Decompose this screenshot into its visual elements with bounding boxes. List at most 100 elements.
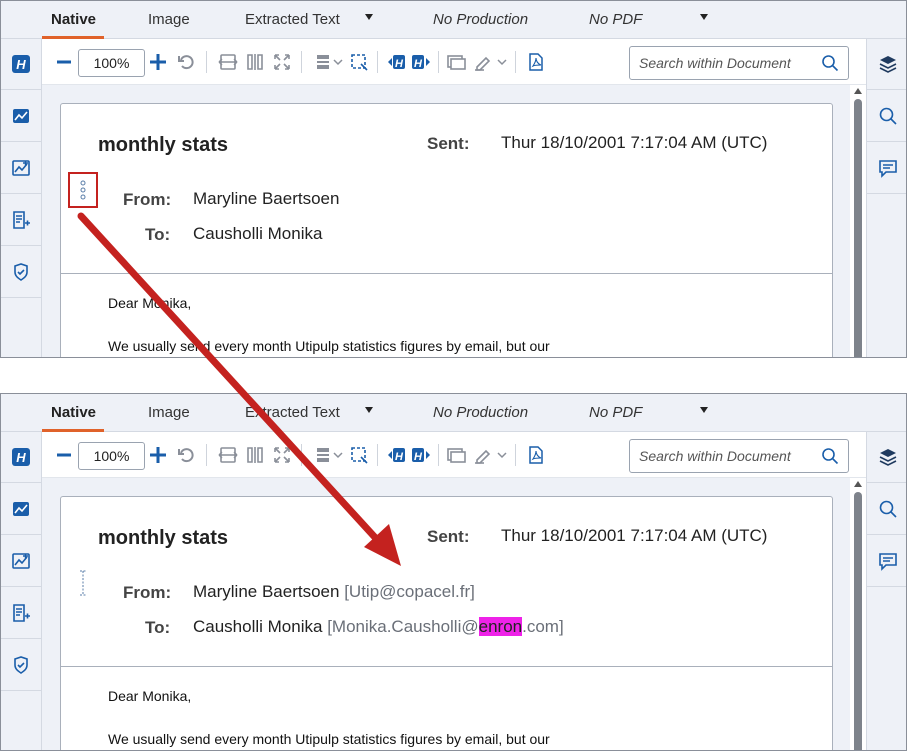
to-label: To: <box>145 225 171 244</box>
tab-no-production[interactable]: No Production <box>433 11 528 28</box>
tab-no-production[interactable]: No Production <box>433 404 528 421</box>
fit-page-icon[interactable] <box>244 444 266 466</box>
highlighter-icon[interactable] <box>473 444 495 466</box>
document-search-input[interactable]: Search within Document <box>629 439 849 473</box>
comparison-canvas: Native Image Extracted Text No Productio… <box>0 0 907 751</box>
document-page: monthly stats Sent: Thur 18/10/2001 7:17… <box>60 496 833 750</box>
expand-metadata-toggle[interactable] <box>68 172 98 208</box>
comment-icon[interactable] <box>867 143 906 194</box>
search-placeholder: Search within Document <box>639 55 791 71</box>
zoom-out-icon[interactable] <box>53 51 75 73</box>
from-value: Maryline Baertsoen <box>193 189 339 209</box>
stamp-icon[interactable] <box>445 51 467 73</box>
redaction-icon[interactable] <box>312 444 334 466</box>
email-subject: monthly stats <box>98 527 229 549</box>
zoom-in-icon[interactable] <box>147 51 169 73</box>
zoom-level-field[interactable]: 100% <box>78 442 145 470</box>
left-sidebar: H <box>1 432 42 750</box>
header-divider <box>61 666 832 667</box>
left-sidebar: H <box>1 39 42 357</box>
viewer-panel-before: Native Image Extracted Text No Productio… <box>0 0 907 358</box>
rotate-icon[interactable] <box>175 444 197 466</box>
from-value: Maryline Baertsoen [Utip@copacel.fr] <box>193 582 475 602</box>
image-viewer-icon[interactable] <box>1 91 41 142</box>
expand-icon[interactable] <box>271 51 293 73</box>
tab-extracted-text[interactable]: Extracted Text <box>245 11 340 28</box>
zoom-level-field[interactable]: 100% <box>78 49 145 77</box>
tab-extracted-text[interactable]: Extracted Text <box>245 404 340 421</box>
tab-image[interactable]: Image <box>148 404 190 421</box>
redaction-icon[interactable] <box>312 51 334 73</box>
to-value: Causholli Monika <box>193 224 322 244</box>
to-name: Causholli Monika <box>193 224 323 243</box>
scroll-thumb[interactable] <box>854 99 862 357</box>
zoom-out-icon[interactable] <box>53 444 75 466</box>
chevron-down-icon[interactable] <box>332 444 344 466</box>
scroll-thumb[interactable] <box>854 492 862 750</box>
search-icon[interactable] <box>821 447 839 465</box>
previous-hit-icon[interactable]: H <box>386 51 408 73</box>
svg-text:H: H <box>16 57 26 72</box>
next-hit-icon[interactable]: H <box>410 51 432 73</box>
scroll-up-icon[interactable] <box>854 481 862 487</box>
coding-layout-icon[interactable] <box>1 588 41 639</box>
stamp-icon[interactable] <box>445 444 467 466</box>
next-hit-icon[interactable]: H <box>410 444 432 466</box>
document-search-input[interactable]: Search within Document <box>629 46 849 80</box>
layers-icon[interactable] <box>867 432 906 483</box>
zoom-in-icon[interactable] <box>147 444 169 466</box>
no-pdf-dropdown-icon[interactable] <box>700 407 708 413</box>
toolbar-divider <box>206 444 207 466</box>
pdf-icon[interactable] <box>525 444 547 466</box>
tab-image[interactable]: Image <box>148 11 190 28</box>
to-label: To: <box>145 618 171 637</box>
fit-width-icon[interactable] <box>217 444 239 466</box>
from-name: Maryline Baertsoen <box>193 582 340 601</box>
search-icon[interactable] <box>867 484 906 535</box>
secure-shield-icon[interactable] <box>1 247 41 298</box>
tab-no-pdf[interactable]: No PDF <box>589 404 642 421</box>
image-viewer-icon[interactable] <box>1 484 41 535</box>
fit-page-icon[interactable] <box>244 51 266 73</box>
scroll-up-icon[interactable] <box>854 88 862 94</box>
toolbar-divider <box>206 51 207 73</box>
sent-value: Thur 18/10/2001 7:17:04 AM (UTC) <box>501 526 768 545</box>
expand-icon[interactable] <box>271 444 293 466</box>
comment-icon[interactable] <box>867 536 906 587</box>
right-sidebar <box>866 432 906 750</box>
highlighter-icon[interactable] <box>473 51 495 73</box>
chevron-down-icon[interactable] <box>496 51 508 73</box>
extracted-text-dropdown-icon[interactable] <box>365 14 373 20</box>
coding-layout-icon[interactable] <box>1 195 41 246</box>
select-area-icon[interactable] <box>348 444 370 466</box>
tab-no-pdf[interactable]: No PDF <box>589 11 642 28</box>
fit-width-icon[interactable] <box>217 51 239 73</box>
right-sidebar <box>866 39 906 357</box>
search-icon[interactable] <box>821 54 839 72</box>
collapse-metadata-toggle[interactable] <box>68 565 98 601</box>
image-edit-icon[interactable] <box>1 536 41 587</box>
tab-native[interactable]: Native <box>51 11 96 28</box>
layers-icon[interactable] <box>867 39 906 90</box>
select-area-icon[interactable] <box>348 51 370 73</box>
chevron-down-icon[interactable] <box>496 444 508 466</box>
image-edit-icon[interactable] <box>1 143 41 194</box>
no-pdf-dropdown-icon[interactable] <box>700 14 708 20</box>
vertical-scrollbar[interactable] <box>850 85 866 357</box>
from-label: From: <box>123 583 172 602</box>
relativity-h-icon[interactable]: H <box>1 39 41 90</box>
pdf-icon[interactable] <box>525 51 547 73</box>
rotate-icon[interactable] <box>175 51 197 73</box>
search-icon[interactable] <box>867 91 906 142</box>
from-address: [Utip@copacel.fr] <box>344 582 475 601</box>
secure-shield-icon[interactable] <box>1 640 41 691</box>
search-hit-highlight: enron <box>478 617 523 636</box>
toolbar-divider <box>377 51 378 73</box>
tab-native[interactable]: Native <box>51 404 96 421</box>
relativity-h-icon[interactable]: H <box>1 432 41 483</box>
chevron-down-icon[interactable] <box>332 51 344 73</box>
vertical-scrollbar[interactable] <box>850 478 866 750</box>
extracted-text-dropdown-icon[interactable] <box>365 407 373 413</box>
previous-hit-icon[interactable]: H <box>386 444 408 466</box>
email-body-line: We usually send every month Utipulp stat… <box>108 731 550 747</box>
